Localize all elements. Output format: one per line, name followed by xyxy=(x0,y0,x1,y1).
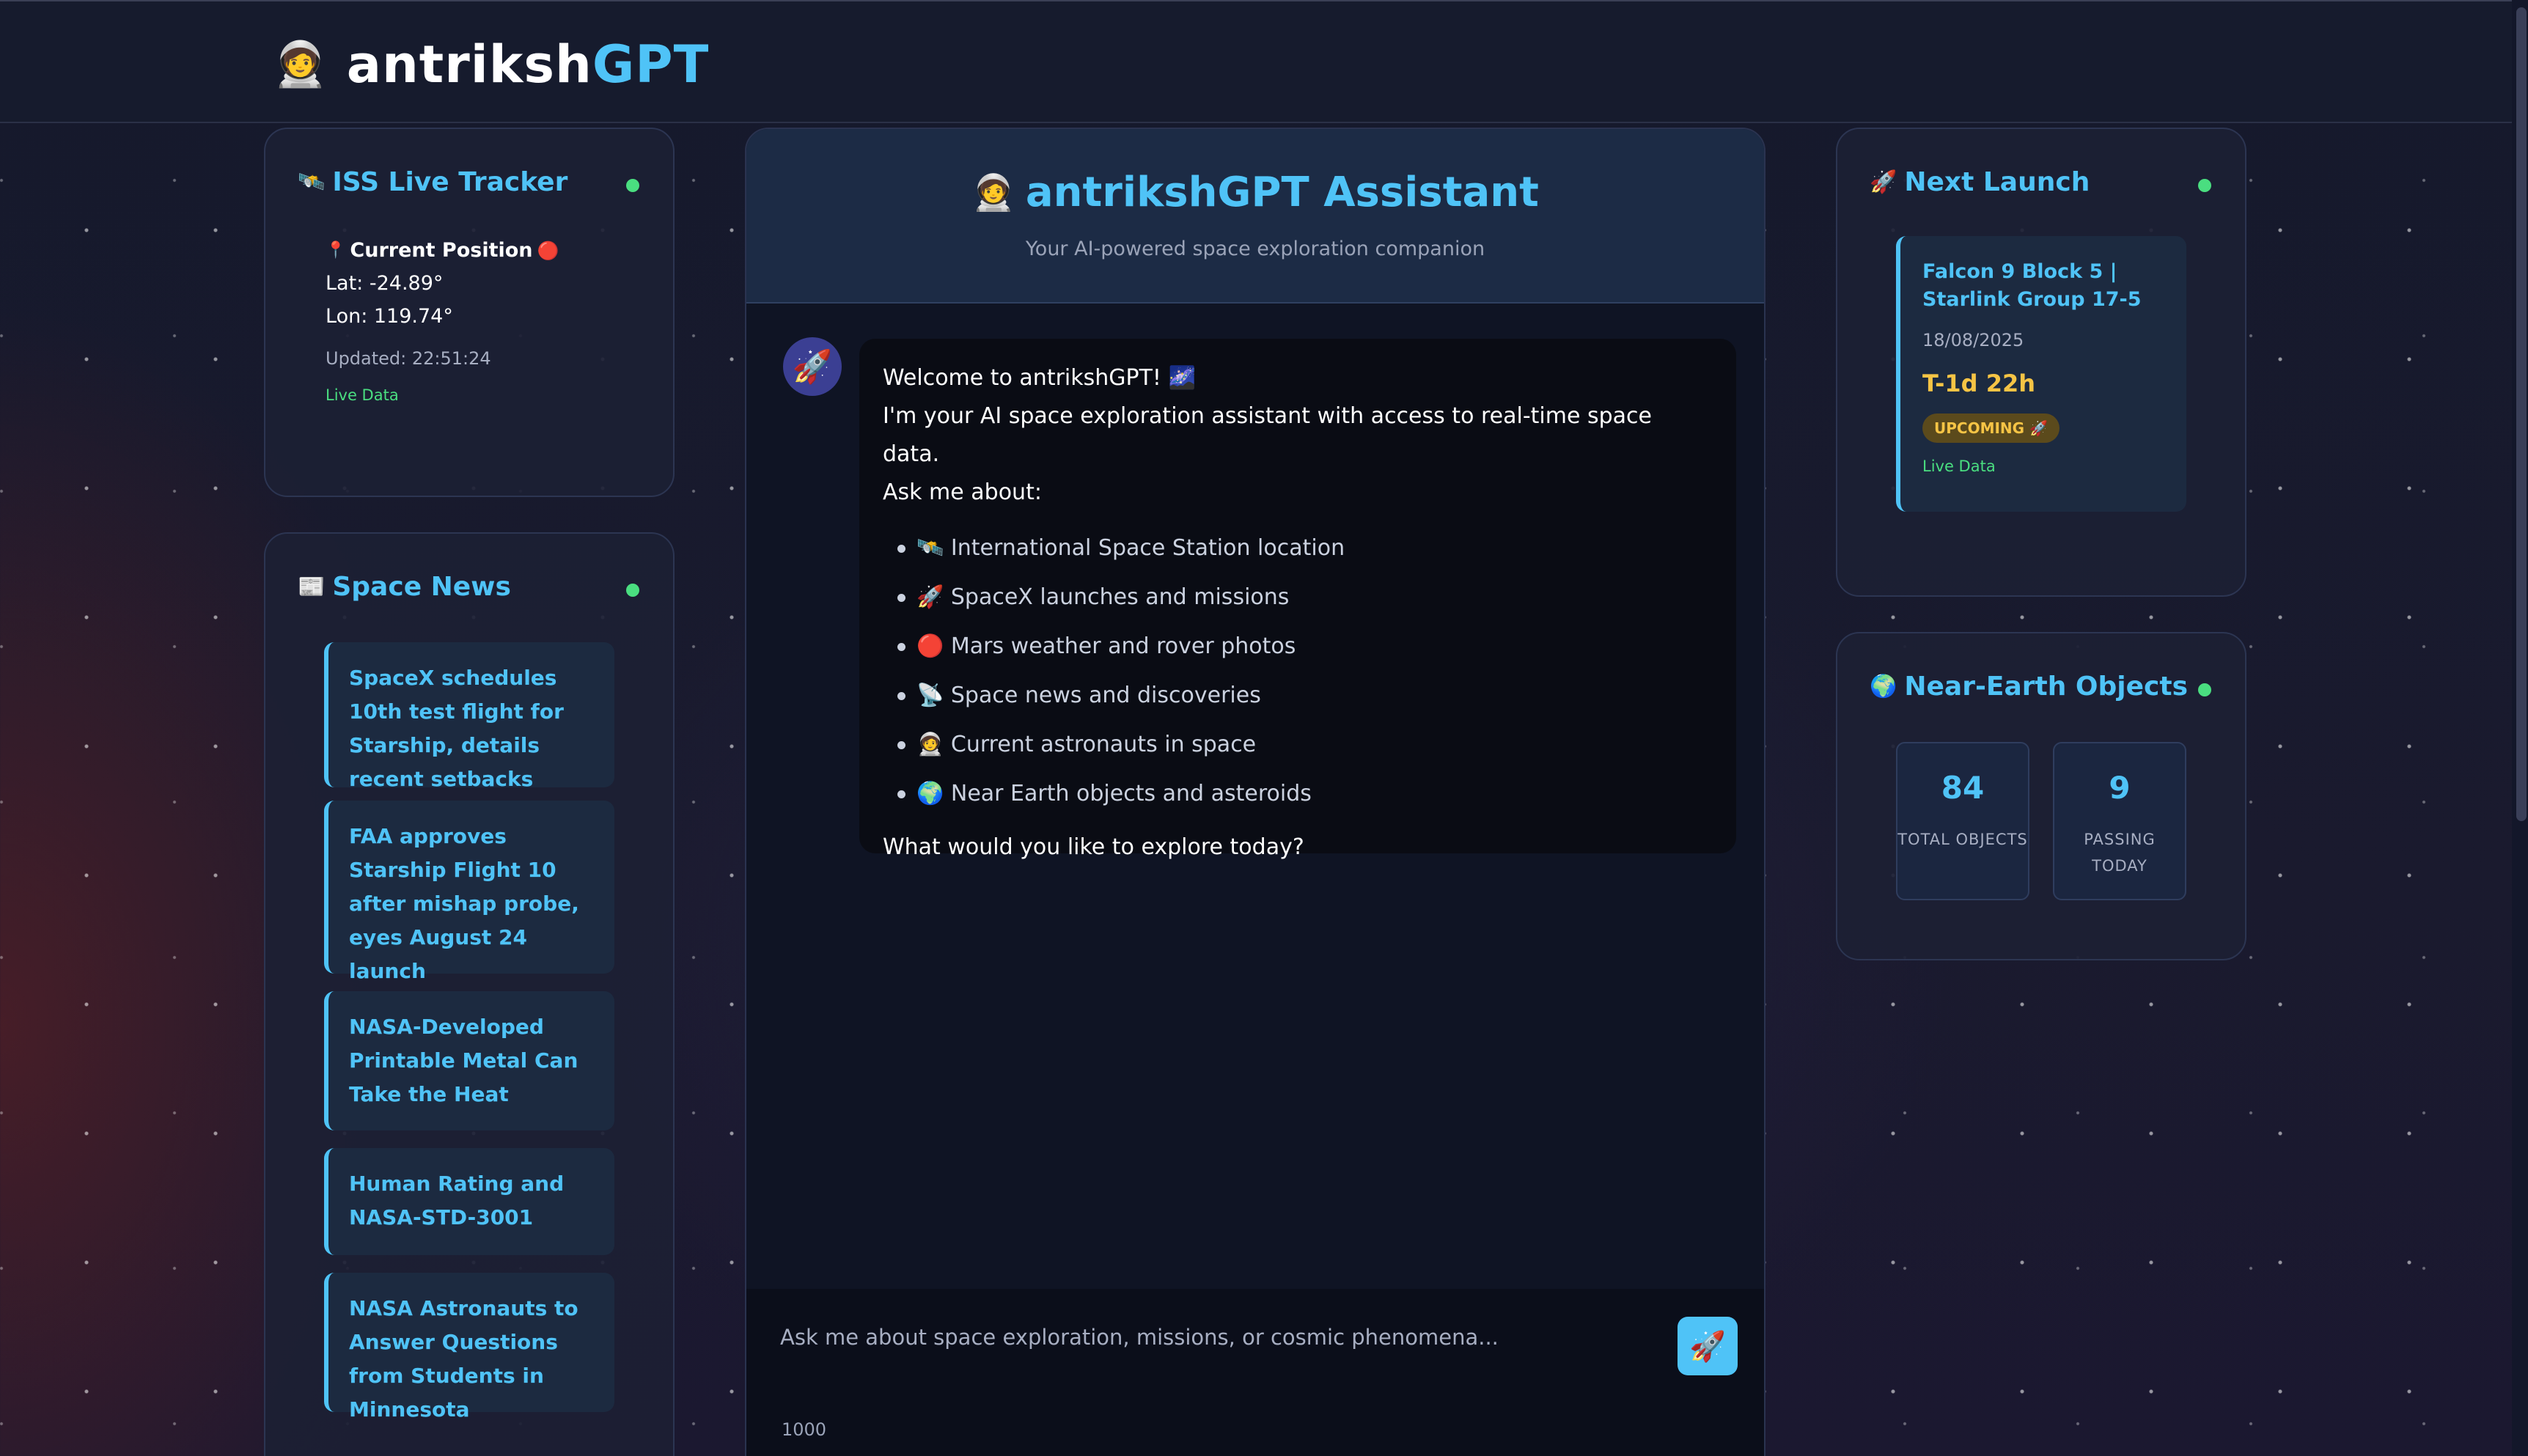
iss-details: 📍 Current Position 🔴 Lat: -24.89° Lon: 1… xyxy=(326,239,559,404)
list-item: 🧑‍🚀 Current astronauts in space xyxy=(883,720,1713,769)
ask-text: Ask me about: xyxy=(883,479,1042,505)
live-status-dot xyxy=(2198,179,2211,192)
chat-subtitle: Your AI-powered space exploration compan… xyxy=(1025,238,1485,260)
page-scrollbar[interactable] xyxy=(2512,0,2528,1456)
news-item[interactable]: NASA-Developed Printable Metal Can Take … xyxy=(324,991,614,1130)
launch-countdown: T-1d 22h xyxy=(1922,369,2036,397)
astronaut-icon: 🧑‍🚀 xyxy=(273,39,328,90)
assistant-avatar: 🚀 xyxy=(783,337,842,396)
next-launch-card: 🚀 Next Launch Falcon 9 Block 5 | Starlin… xyxy=(1836,128,2246,597)
iss-updated-time: Updated: 22:51:24 xyxy=(326,348,491,369)
news-item[interactable]: Human Rating and NASA-STD-3001 xyxy=(324,1148,614,1255)
rocket-icon: 🚀 xyxy=(792,348,833,386)
news-item[interactable]: FAA approves Starship Flight 10 after mi… xyxy=(324,801,614,983)
list-item: 🔴 Mars weather and rover photos xyxy=(883,622,1713,671)
passing-today-stat: 9 PASSING TODAY xyxy=(2053,742,2186,900)
newspaper-icon: 📰 xyxy=(298,574,326,600)
iss-tracker-card: 🛰️ ISS Live Tracker 📍 Current Position 🔴… xyxy=(264,128,675,497)
launch-details[interactable]: Falcon 9 Block 5 | Starlink Group 17-5 1… xyxy=(1896,236,2186,512)
news-title-text: Space News xyxy=(332,572,511,602)
iss-longitude: Lon: 119.74° xyxy=(326,305,453,328)
globe-icon: 🌍 xyxy=(1870,674,1897,699)
passing-today-value: 9 xyxy=(2109,770,2131,806)
topic-list: 🛰️ International Space Station location … xyxy=(883,523,1713,818)
chat-title: 🧑‍🚀 antrikshGPT Assistant xyxy=(746,169,1764,216)
total-objects-stat: 84 TOTAL OBJECTS xyxy=(1896,742,2029,900)
launch-date: 18/08/2025 xyxy=(1922,330,2024,350)
live-status-dot xyxy=(2198,683,2211,696)
list-item: 📡 Space news and discoveries xyxy=(883,671,1713,720)
launch-title-text: Next Launch xyxy=(1904,167,2090,197)
list-item: 🌍 Near Earth objects and asteroids xyxy=(883,769,1713,818)
launch-card-title: 🚀 Next Launch xyxy=(1870,167,2090,197)
chat-input[interactable] xyxy=(780,1315,1660,1359)
launch-mission-name: Falcon 9 Block 5 | Starlink Group 17-5 xyxy=(1922,260,2142,311)
chat-title-text: antrikshGPT Assistant xyxy=(1025,169,1539,216)
iss-live-data-label: Live Data xyxy=(326,386,399,404)
status-badge: UPCOMING 🚀 xyxy=(1922,413,2059,443)
pin-icon: 📍 xyxy=(326,241,346,260)
rocket-icon: 🚀 xyxy=(1870,169,1897,195)
passing-today-label: PASSING TODAY xyxy=(2084,831,2156,875)
scrollbar-thumb[interactable] xyxy=(2516,7,2527,821)
live-status-dot xyxy=(626,179,639,192)
chat-input-area: 🚀 1000 xyxy=(746,1289,1764,1456)
brand-name-accent: GPT xyxy=(592,34,710,95)
total-objects-value: 84 xyxy=(1941,770,1985,806)
chat-header: 🧑‍🚀 antrikshGPT Assistant Your AI-powere… xyxy=(746,129,1764,304)
launch-live-data-label: Live Data xyxy=(1922,457,1996,475)
live-status-dot xyxy=(626,584,639,597)
rocket-icon: 🚀 xyxy=(1689,1330,1726,1363)
news-item[interactable]: SpaceX schedules 10th test flight for St… xyxy=(324,642,614,791)
position-label: Current Position xyxy=(350,239,533,262)
current-position-heading: 📍 Current Position 🔴 xyxy=(326,239,559,262)
list-item: 🚀 SpaceX launches and missions xyxy=(883,573,1713,622)
astronaut-icon: 🧑‍🚀 xyxy=(971,172,1015,213)
space-news-card: 📰 Space News SpaceX schedules 10th test … xyxy=(264,532,675,1456)
news-item[interactable]: NASA Astronauts to Answer Questions from… xyxy=(324,1273,614,1422)
brand-name: antrikshGPT xyxy=(347,34,710,95)
news-card-title: 📰 Space News xyxy=(298,572,511,602)
character-limit: 1000 xyxy=(782,1419,827,1440)
total-objects-label: TOTAL OBJECTS xyxy=(1897,831,2028,848)
satellite-icon: 🛰️ xyxy=(298,169,326,195)
top-header: 🧑‍🚀 antrikshGPT xyxy=(0,0,2528,123)
list-item: 🛰️ International Space Station location xyxy=(883,523,1713,573)
neo-card-title: 🌍 Near-Earth Objects xyxy=(1870,672,2188,702)
welcome-text: Welcome to antrikshGPT! 🌌 xyxy=(883,365,1196,391)
send-button[interactable]: 🚀 xyxy=(1678,1317,1738,1375)
red-circle-icon: 🔴 xyxy=(537,240,559,261)
iss-card-title: 🛰️ ISS Live Tracker xyxy=(298,167,567,197)
iss-title-text: ISS Live Tracker xyxy=(332,167,568,197)
intro-text: I'm your AI space exploration assistant … xyxy=(883,403,1652,467)
iss-latitude: Lat: -24.89° xyxy=(326,272,444,295)
chat-panel: 🧑‍🚀 antrikshGPT Assistant Your AI-powere… xyxy=(745,128,1765,1456)
brand-logo[interactable]: 🧑‍🚀 antrikshGPT xyxy=(273,34,709,95)
near-earth-objects-card: 🌍 Near-Earth Objects 84 TOTAL OBJECTS 9 … xyxy=(1836,632,2246,960)
brand-name-main: antriksh xyxy=(346,34,592,95)
neo-title-text: Near-Earth Objects xyxy=(1904,672,2189,702)
closing-text: What would you like to explore today? xyxy=(883,834,1304,860)
assistant-message: Welcome to antrikshGPT! 🌌 I'm your AI sp… xyxy=(859,339,1736,860)
